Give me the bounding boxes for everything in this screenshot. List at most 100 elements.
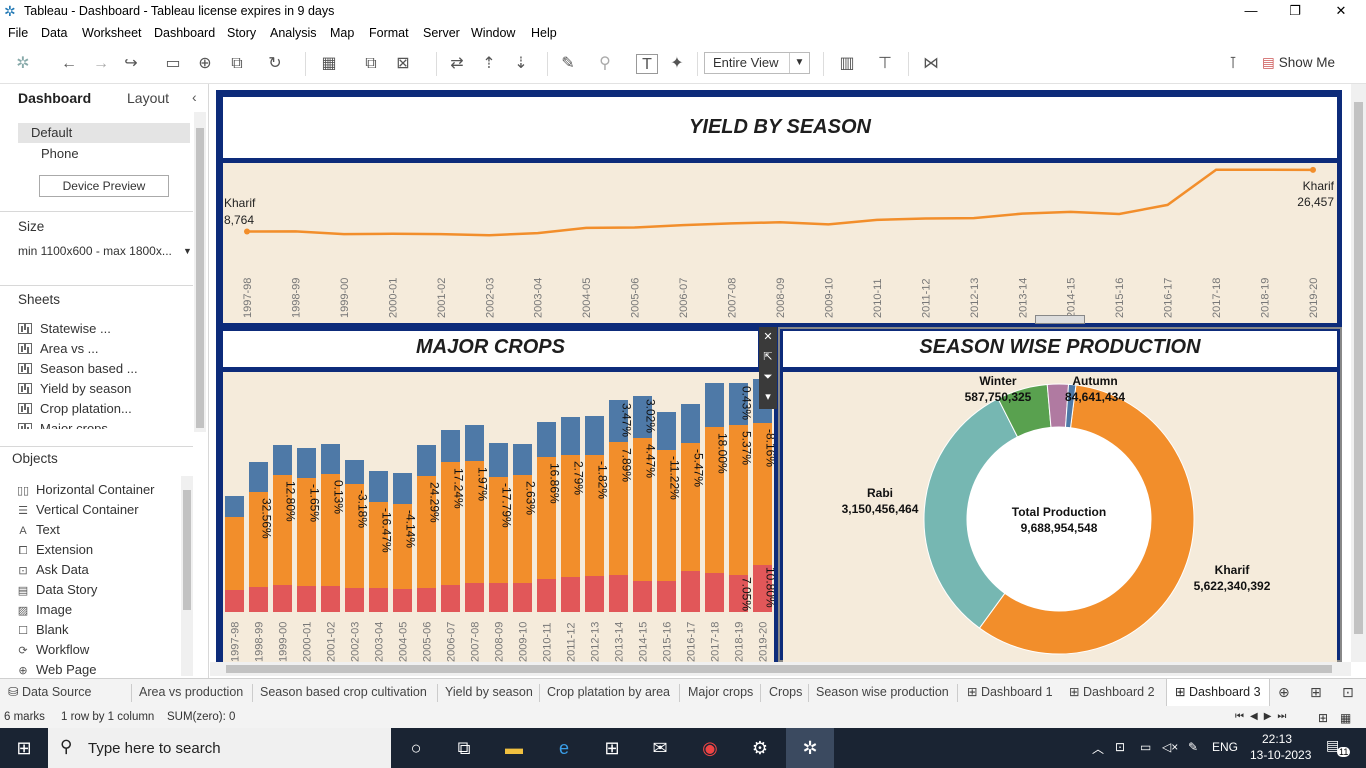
menu-story[interactable]: Story <box>227 26 256 40</box>
scroll-thumb[interactable] <box>183 490 191 610</box>
show-me-button[interactable]: ▤ Show Me <box>1262 55 1335 71</box>
go-to-sheet-icon[interactable]: ⇱ <box>759 347 777 367</box>
menu-window[interactable]: Window <box>471 26 515 40</box>
tab-sheet[interactable]: Season wise production <box>816 679 949 706</box>
microsoft-store-icon[interactable]: ⊞ <box>588 728 636 768</box>
filmstrip-icon[interactable]: ▦ <box>1340 711 1351 725</box>
tab-dashboard[interactable]: ⊞ Dashboard 1 <box>967 679 1053 706</box>
mail-icon[interactable]: ✉ <box>636 728 684 768</box>
tab-sheet[interactable]: Season based crop cultivation <box>260 679 427 706</box>
replay-icon[interactable]: ↪ <box>120 54 142 74</box>
show-labels-icon[interactable]: T <box>636 54 658 74</box>
collapse-pane-icon[interactable]: ‹ <box>192 89 197 105</box>
sort-ascending-icon[interactable]: ⇡ <box>478 54 500 74</box>
task-view-icon[interactable]: ⧉ <box>440 728 488 768</box>
minimize-button[interactable]: — <box>1228 0 1274 23</box>
tab-sheet[interactable]: Area vs production <box>139 679 243 706</box>
tableau-taskbar-icon[interactable]: ✲ <box>786 728 834 768</box>
new-story-tab-icon[interactable]: ⊡ <box>1342 679 1354 706</box>
group-icon[interactable]: ⚲ <box>594 54 616 74</box>
device-phone[interactable]: Phone <box>41 146 79 161</box>
settings-icon[interactable]: ⚙ <box>736 728 784 768</box>
undo-icon[interactable]: ← <box>58 54 80 74</box>
format-painter-icon[interactable]: ⊺ <box>1222 54 1244 74</box>
new-worksheet-icon[interactable]: ▦ <box>318 54 340 74</box>
tab-layout[interactable]: Layout <box>127 90 169 106</box>
cortana-icon[interactable]: ○ <box>392 728 440 768</box>
object-ask-data[interactable]: ⊡ Ask Data <box>16 562 88 577</box>
pin-icon[interactable]: ✦ <box>666 54 688 74</box>
edge-icon[interactable]: e <box>540 728 588 768</box>
more-options-icon[interactable]: ▾ <box>759 387 777 407</box>
object-workflow[interactable]: ⟳ Workflow <box>16 642 89 657</box>
menu-dashboard[interactable]: Dashboard <box>154 26 215 40</box>
tab-sheet[interactable]: Crop platation by area <box>547 679 670 706</box>
highlight-icon[interactable]: ✎ <box>557 54 579 74</box>
save-icon[interactable]: ▭ <box>162 54 184 74</box>
tab-data-source[interactable]: ⛁ Data Source <box>8 679 91 706</box>
clock-date[interactable]: 13-10-2023 <box>1250 748 1311 762</box>
objects-scrollbar[interactable] <box>181 476 193 676</box>
tab-sheet[interactable]: Crops <box>769 679 802 706</box>
refresh-icon[interactable]: ↻ <box>264 54 286 74</box>
object-image[interactable]: ▨ Image <box>16 602 72 617</box>
tableau-logo-icon[interactable]: ✲ <box>12 54 34 74</box>
menu-map[interactable]: Map <box>330 26 354 40</box>
sheet-sorter-icon[interactable]: ⊞ <box>1318 711 1328 725</box>
menu-server[interactable]: Server <box>423 26 460 40</box>
windows-start-icon[interactable]: ⊞ <box>0 728 48 768</box>
tray-chevron-icon[interactable]: ︿ <box>1092 740 1104 757</box>
menu-data[interactable]: Data <box>41 26 67 40</box>
sheet-item[interactable]: Yield by season <box>18 381 131 396</box>
tab-dashboard-active[interactable]: ⊞ Dashboard 3 <box>1166 679 1270 706</box>
sheet-item[interactable]: Statewise ... <box>18 321 111 336</box>
tab-dashboard[interactable]: Dashboard <box>18 90 91 106</box>
pause-updates-icon[interactable]: ⧉ <box>226 54 248 74</box>
network-icon[interactable]: ⊡ <box>1115 740 1125 754</box>
object-web-page[interactable]: ⊕ Web Page <box>16 662 96 677</box>
menu-help[interactable]: Help <box>531 26 557 40</box>
scroll-thumb[interactable] <box>226 665 1332 673</box>
device-default[interactable]: Default <box>18 123 190 143</box>
tab-sheet[interactable]: Yield by season <box>445 679 533 706</box>
object-vertical-container[interactable]: ☰ Vertical Container <box>16 502 139 517</box>
battery-icon[interactable]: ▭ <box>1140 740 1151 754</box>
sheet-item[interactable]: Season based ... <box>18 361 138 376</box>
language-indicator[interactable]: ENG <box>1212 740 1238 754</box>
device-preview-button[interactable]: Device Preview <box>39 175 169 197</box>
restore-button[interactable]: ❐ <box>1272 0 1318 23</box>
taskbar-search-box[interactable]: ⚲ Type here to search <box>48 728 391 768</box>
redo-icon[interactable]: → <box>90 54 112 74</box>
fit-view-select[interactable]: Entire View ▼ <box>704 52 810 74</box>
sidebar-scrollbar[interactable] <box>194 112 206 432</box>
menu-worksheet[interactable]: Worksheet <box>82 26 142 40</box>
show-cards-icon[interactable]: ▥ <box>836 54 858 74</box>
object-horizontal-container[interactable]: ▯▯ Horizontal Container <box>16 482 155 497</box>
file-explorer-icon[interactable]: ▬ <box>490 728 538 768</box>
size-select[interactable]: min 1100x600 - max 1800x... <box>18 244 172 258</box>
clear-sheet-icon[interactable]: ⊠ <box>392 54 414 74</box>
clock-time[interactable]: 22:13 <box>1262 732 1292 746</box>
canvas-horizontal-scrollbar[interactable] <box>210 662 1351 676</box>
duplicate-icon[interactable]: ⧉ <box>360 54 382 74</box>
resize-handle[interactable] <box>1035 315 1085 324</box>
canvas-vertical-scrollbar[interactable] <box>1351 84 1366 662</box>
major-crops-chart-area[interactable]: 1997-98 32.56% 1998-99 12.80% 1999-00 -1.65% 2… <box>223 372 778 662</box>
sheet-navigation-icon[interactable]: ⏮◀▶⏭ <box>1235 711 1292 722</box>
season-wise-chart-area[interactable]: Total Production 9,688,954,548 Kharif 5,622… <box>783 372 1337 662</box>
object-blank[interactable]: ☐ Blank <box>16 622 68 637</box>
object-data-story[interactable]: ▤ Data Story <box>16 582 98 597</box>
menu-format[interactable]: Format <box>369 26 409 40</box>
volume-icon[interactable]: ◁× <box>1162 740 1178 754</box>
pen-icon[interactable]: ✎ <box>1188 740 1198 754</box>
share-icon[interactable]: ⋈ <box>920 54 942 74</box>
object-extension[interactable]: ⧠ Extension <box>16 542 94 558</box>
new-worksheet-tab-icon[interactable]: ⊕ <box>1278 679 1290 706</box>
new-data-source-icon[interactable]: ⊕ <box>194 54 216 74</box>
chrome-icon[interactable]: ◉ <box>686 728 734 768</box>
tab-sheet[interactable]: Major crops <box>688 679 753 706</box>
scroll-thumb[interactable] <box>196 128 204 428</box>
close-button[interactable]: ✕ <box>1318 0 1364 23</box>
menu-analysis[interactable]: Analysis <box>270 26 317 40</box>
yield-chart-area[interactable]: 1997-98 1998-99 1999-00 2000-01 2001-02 2002-… <box>223 163 1337 323</box>
